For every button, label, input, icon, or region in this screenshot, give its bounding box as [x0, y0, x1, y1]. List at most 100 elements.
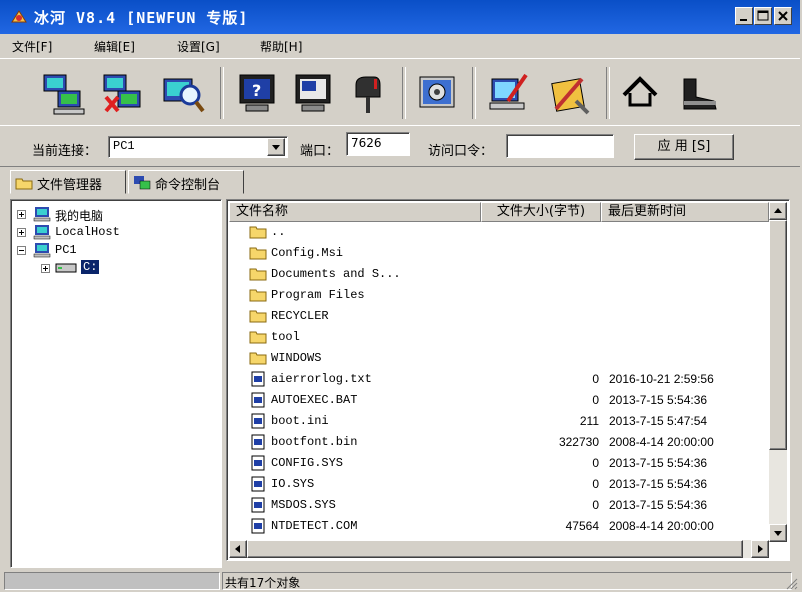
- file-size: 0: [592, 498, 599, 512]
- file-row[interactable]: Program Files: [249, 285, 769, 306]
- screen-capture-icon[interactable]: [414, 71, 460, 117]
- file-name: MSDOS.SYS: [271, 498, 336, 512]
- file-row[interactable]: AUTOEXEC.BAT 0 2013-7-15 5:54:36: [249, 390, 769, 411]
- computer-icon: [33, 243, 51, 258]
- folder-icon: [249, 352, 267, 365]
- file-time: 2016-10-21 2:59:56: [609, 372, 714, 386]
- current-connection-label: 当前连接：: [32, 144, 98, 159]
- menu-help[interactable]: 帮助[H]: [260, 38, 302, 55]
- boot-icon[interactable]: [676, 71, 722, 117]
- vertical-scrollbar[interactable]: [769, 202, 787, 542]
- file-row[interactable]: NTDETECT.COM 47564 2008-4-14 20:00:00: [249, 516, 769, 537]
- file-size: 0: [592, 393, 599, 407]
- menu-file[interactable]: 文件[F]: [12, 38, 52, 55]
- folder-icon: [249, 247, 267, 260]
- tools-icon[interactable]: [546, 71, 592, 117]
- file-time: 2013-7-15 5:47:54: [609, 414, 708, 428]
- file-row[interactable]: MSDOS.SYS 0 2013-7-15 5:54:36: [249, 495, 769, 516]
- expand-icon[interactable]: [17, 228, 26, 237]
- file-time: 2013-7-15 5:54:36: [609, 456, 708, 470]
- arrow-right-icon: [758, 545, 763, 553]
- collapse-icon[interactable]: [17, 246, 26, 255]
- maximize-button[interactable]: [754, 7, 772, 25]
- file-row[interactable]: Documents and S...: [249, 264, 769, 285]
- file-rows: .. Config.Msi Documents and S... Program Fi…: [227, 222, 769, 540]
- scroll-thumb[interactable]: [769, 220, 787, 450]
- file-row[interactable]: boot.ini 211 2013-7-15 5:47:54: [249, 411, 769, 432]
- file-name: CONFIG.SYS: [271, 456, 344, 470]
- column-header-size[interactable]: 文件大小(字节): [481, 202, 601, 222]
- file-icon: [251, 497, 265, 513]
- connection-bar: 当前连接： PC1 端口： 7626 访问口令： 应 用 [S]: [0, 125, 800, 167]
- file-row[interactable]: tool: [249, 327, 769, 348]
- folder-icon: [249, 289, 267, 302]
- tab-strip: 文件管理器 命令控制台: [0, 168, 800, 196]
- close-icon: [778, 11, 788, 21]
- minimize-button[interactable]: [735, 7, 753, 25]
- scroll-left-button[interactable]: [229, 540, 247, 558]
- file-icon: [251, 518, 265, 534]
- file-row[interactable]: WINDOWS: [249, 348, 769, 369]
- file-name: Program Files: [271, 288, 365, 302]
- scroll-down-button[interactable]: [769, 524, 787, 542]
- file-row[interactable]: ..: [249, 222, 769, 243]
- mailbox-icon[interactable]: [344, 71, 390, 117]
- scroll-right-button[interactable]: [751, 540, 769, 558]
- expand-icon[interactable]: [41, 264, 50, 273]
- file-row[interactable]: IO.SYS 0 2013-7-15 5:54:36: [249, 474, 769, 495]
- edit-icon[interactable]: [488, 71, 534, 117]
- scroll-up-button[interactable]: [769, 202, 787, 220]
- scroll-thumb-horizontal[interactable]: [247, 540, 743, 558]
- file-name: Documents and S...: [271, 267, 401, 281]
- password-input[interactable]: [506, 134, 614, 158]
- file-row[interactable]: aierrorlog.txt 0 2016-10-21 2:59:56: [249, 369, 769, 390]
- menu-edit[interactable]: 编辑[E]: [94, 38, 135, 55]
- port-label: 端口：: [300, 144, 340, 159]
- file-row[interactable]: Config.Msi: [249, 243, 769, 264]
- dropdown-button[interactable]: [267, 138, 285, 156]
- file-row[interactable]: bootfont.bin 322730 2008-4-14 20:00:00: [249, 432, 769, 453]
- file-name: aierrorlog.txt: [271, 372, 372, 386]
- file-size: 322730: [558, 435, 599, 449]
- app-icon: [11, 10, 27, 23]
- file-time: 2008-4-14 20:00:00: [609, 519, 714, 533]
- tree-item-label: C:: [81, 260, 100, 274]
- folder-icon: [249, 331, 267, 344]
- monitor-window-icon[interactable]: [290, 71, 336, 117]
- title-bar[interactable]: 冰河 V8.4 [NEWFUN 专版]: [0, 0, 800, 34]
- file-size: 211: [579, 414, 599, 428]
- menu-settings[interactable]: 设置[G]: [177, 38, 220, 55]
- folder-icon: [249, 226, 267, 239]
- expand-icon[interactable]: [17, 210, 26, 219]
- column-header-name[interactable]: 文件名称: [229, 202, 481, 222]
- tree-item-label: LocalHost: [55, 225, 120, 239]
- tab-command-console[interactable]: 命令控制台: [128, 170, 244, 194]
- horizontal-scrollbar[interactable]: [229, 540, 769, 558]
- port-input[interactable]: 7626: [346, 132, 410, 156]
- house-icon[interactable]: [618, 71, 664, 117]
- file-time: 2008-4-14 20:00:00: [609, 435, 714, 449]
- close-button[interactable]: [774, 7, 792, 25]
- status-text: 共有17个对象: [225, 576, 301, 590]
- column-header-time[interactable]: 最后更新时间: [601, 202, 769, 222]
- file-name: IO.SYS: [271, 477, 315, 491]
- file-list[interactable]: 文件名称 文件大小(字节) 最后更新时间 .. Config.Msi Documen…: [226, 199, 790, 561]
- resize-grip-icon[interactable]: [786, 578, 798, 590]
- connect-computer-icon[interactable]: [40, 71, 86, 117]
- file-row[interactable]: CONFIG.SYS 0 2013-7-15 5:54:36: [249, 453, 769, 474]
- disconnect-computer-icon[interactable]: [100, 71, 146, 117]
- apply-button[interactable]: 应 用 [S]: [634, 134, 734, 160]
- directory-tree[interactable]: 我的电脑 LocalHost PC1 C:: [10, 199, 222, 568]
- file-size: 0: [592, 477, 599, 491]
- file-row[interactable]: RECYCLER: [249, 306, 769, 327]
- tree-item-label: PC1: [55, 243, 77, 257]
- search-computer-icon[interactable]: [160, 71, 206, 117]
- main-window: 冰河 V8.4 [NEWFUN 专版] 文件[F] 编辑[E] 设置[G] 帮助…: [0, 0, 800, 592]
- file-icon: [251, 413, 265, 429]
- file-size: 0: [592, 456, 599, 470]
- minimize-icon: [740, 19, 747, 21]
- tab-file-manager[interactable]: 文件管理器: [10, 170, 126, 194]
- current-connection-select[interactable]: PC1: [108, 136, 288, 158]
- monitor-question-icon[interactable]: ?: [234, 71, 280, 117]
- svg-text:?: ?: [252, 81, 261, 100]
